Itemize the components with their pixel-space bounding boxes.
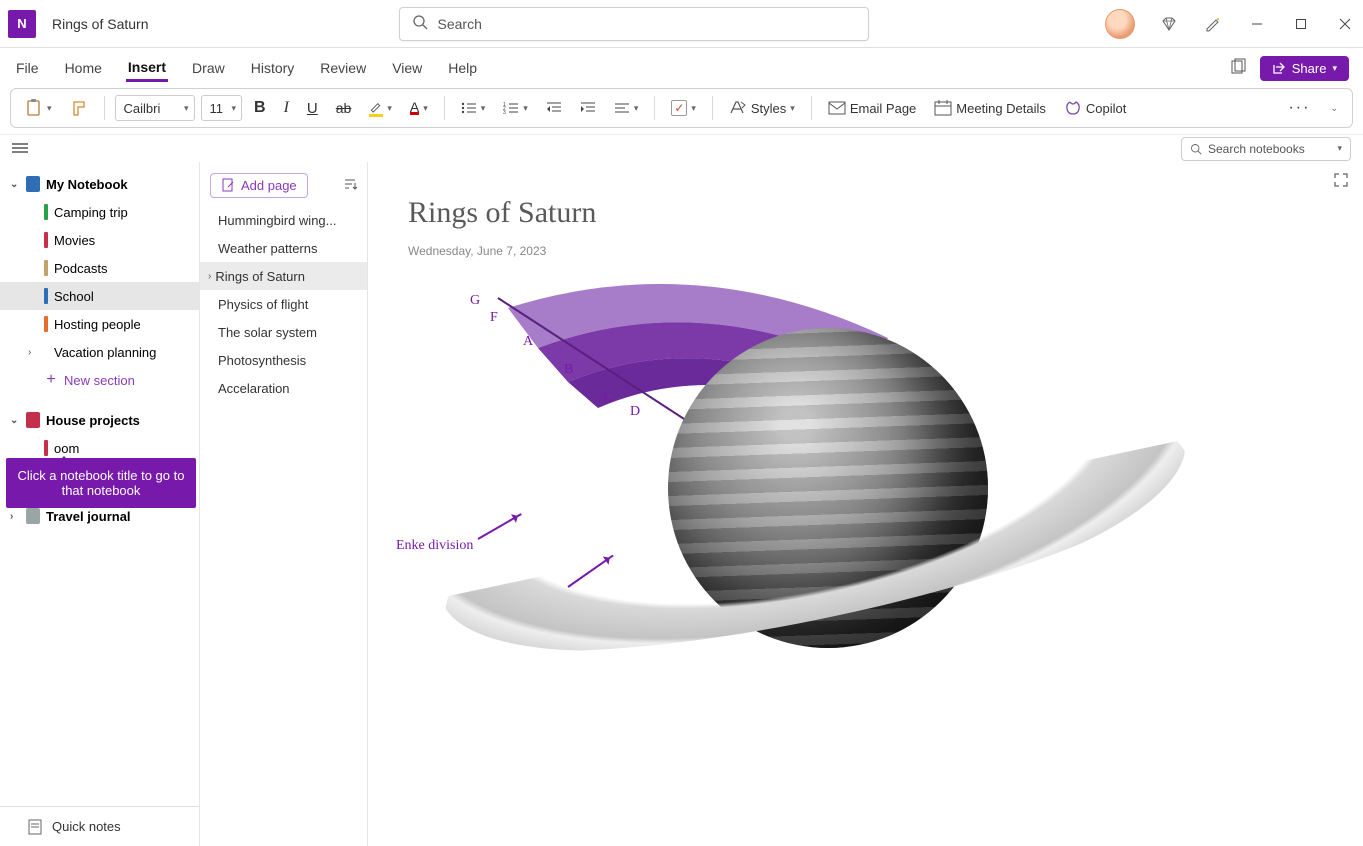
- page-title[interactable]: Rings of Saturn: [408, 196, 1323, 230]
- coach-tooltip: Click a notebook title to go to that not…: [6, 458, 196, 508]
- section-podcasts[interactable]: Podcasts: [0, 254, 199, 282]
- menu-bar: File Home Insert Draw History Review Vie…: [0, 48, 1363, 88]
- search-placeholder: Search: [438, 16, 482, 32]
- section-camping-trip[interactable]: Camping trip: [0, 198, 199, 226]
- section-hosting-people[interactable]: Hosting people: [0, 310, 199, 338]
- ring-label-C: C: [603, 390, 612, 406]
- font-size-select[interactable]: 11: [201, 95, 243, 121]
- section-school[interactable]: School: [0, 282, 199, 310]
- tab-file[interactable]: File: [14, 56, 41, 80]
- page-content[interactable]: Rings of Saturn Wednesday, June 7, 2023 …: [368, 162, 1363, 846]
- font-color-button[interactable]: A▾: [404, 93, 434, 123]
- notebook-house-projects[interactable]: ⌄House projects: [0, 406, 199, 434]
- sort-pages-icon[interactable]: [343, 177, 357, 194]
- section-movies[interactable]: Movies: [0, 226, 199, 254]
- tab-insert[interactable]: Insert: [126, 55, 168, 82]
- ring-label-B: B: [564, 362, 573, 378]
- pen-icon[interactable]: [1203, 14, 1223, 34]
- diamond-icon[interactable]: [1159, 14, 1179, 34]
- underline-button[interactable]: U: [301, 93, 324, 123]
- styles-button[interactable]: Styles▾: [723, 93, 801, 123]
- more-button[interactable]: ···: [1282, 93, 1316, 123]
- cassini-label: Cassini division: [468, 598, 558, 614]
- share-label: Share: [1292, 61, 1327, 76]
- add-page-button[interactable]: Add page: [210, 173, 308, 198]
- notebook-sidebar: ⌄My NotebookCamping tripMoviesPodcastsSc…: [0, 162, 200, 846]
- fullscreen-icon[interactable]: [1333, 172, 1349, 193]
- indent-button[interactable]: [574, 93, 602, 123]
- page-physics-of-flight[interactable]: Physics of flight: [200, 290, 367, 318]
- page-the-solar-system[interactable]: The solar system: [200, 318, 367, 346]
- search-notebooks-placeholder: Search notebooks: [1208, 142, 1305, 156]
- cassini-arrow: [567, 555, 613, 588]
- saturn-planet: [668, 328, 988, 648]
- open-in-app-icon[interactable]: [1230, 58, 1248, 79]
- title-bar: N Rings of Saturn Search: [0, 0, 1363, 48]
- bold-button[interactable]: B: [248, 93, 272, 123]
- search-icon: [412, 14, 428, 33]
- ring-label-G: G: [470, 293, 480, 309]
- enke-label: Enke division: [396, 538, 473, 554]
- new-section-button[interactable]: +New section: [0, 366, 199, 394]
- nav-toggle-icon[interactable]: [12, 141, 28, 157]
- format-painter-button[interactable]: [64, 93, 94, 123]
- search-input[interactable]: Search: [399, 7, 869, 41]
- minimize-button[interactable]: [1247, 14, 1267, 34]
- user-avatar[interactable]: [1105, 9, 1135, 39]
- align-button[interactable]: ▾: [608, 93, 645, 123]
- maximize-button[interactable]: [1291, 14, 1311, 34]
- ribbon-toolbar: ▾ Cailbri 11 B I U ab ▾ A▾ ▾ 123▾ ▾ ✓▾ S…: [10, 88, 1353, 128]
- notebook-my-notebook[interactable]: ⌄My Notebook: [0, 170, 199, 198]
- paste-button[interactable]: ▾: [19, 93, 58, 123]
- quick-notes-button[interactable]: Quick notes: [0, 806, 199, 846]
- page-rings-of-saturn[interactable]: ›Rings of Saturn: [200, 262, 367, 290]
- strikethrough-button[interactable]: ab: [330, 93, 358, 123]
- meeting-details-button[interactable]: Meeting Details: [928, 93, 1052, 123]
- highlight-button[interactable]: ▾: [363, 93, 398, 123]
- ring-label-A: A: [523, 334, 533, 350]
- bullets-button[interactable]: ▾: [455, 93, 492, 123]
- pages-sidebar: Add page Hummingbird wing...Weather patt…: [200, 162, 368, 846]
- page-hummingbird-wing-[interactable]: Hummingbird wing...: [200, 206, 367, 234]
- italic-button[interactable]: I: [278, 93, 295, 123]
- ribbon-expand-button[interactable]: ⌄: [1324, 93, 1344, 123]
- page-accelaration[interactable]: Accelaration: [200, 374, 367, 402]
- ring-label-F: F: [490, 310, 498, 326]
- page-weather-patterns[interactable]: Weather patterns: [200, 234, 367, 262]
- section-vacation-planning[interactable]: ›Vacation planning: [0, 338, 199, 366]
- numbering-button[interactable]: 123▾: [497, 93, 534, 123]
- search-notebooks-input[interactable]: Search notebooks ▾: [1181, 137, 1351, 161]
- copilot-button[interactable]: Copilot: [1058, 93, 1132, 123]
- svg-text:3: 3: [503, 110, 506, 115]
- tab-history[interactable]: History: [249, 56, 297, 80]
- todo-tag-button[interactable]: ✓▾: [665, 93, 702, 123]
- close-button[interactable]: [1335, 14, 1355, 34]
- tab-review[interactable]: Review: [318, 56, 368, 80]
- ring-label-D: D: [630, 404, 640, 420]
- document-title: Rings of Saturn: [52, 16, 149, 32]
- onenote-app-icon: N: [8, 10, 36, 38]
- enke-arrow: [478, 513, 522, 540]
- tab-draw[interactable]: Draw: [190, 56, 227, 80]
- font-name-select[interactable]: Cailbri: [115, 95, 195, 121]
- outdent-button[interactable]: [540, 93, 568, 123]
- page-date: Wednesday, June 7, 2023: [408, 244, 1323, 258]
- page-photosynthesis[interactable]: Photosynthesis: [200, 346, 367, 374]
- sub-header: Search notebooks ▾: [0, 134, 1363, 162]
- saturn-illustration: G F A B C D Enke division Cassini divisi…: [408, 288, 1208, 728]
- email-page-button[interactable]: Email Page: [822, 93, 922, 123]
- tab-help[interactable]: Help: [446, 56, 479, 80]
- share-button[interactable]: Share ▾: [1260, 56, 1349, 81]
- tab-home[interactable]: Home: [63, 56, 104, 80]
- tab-view[interactable]: View: [390, 56, 424, 80]
